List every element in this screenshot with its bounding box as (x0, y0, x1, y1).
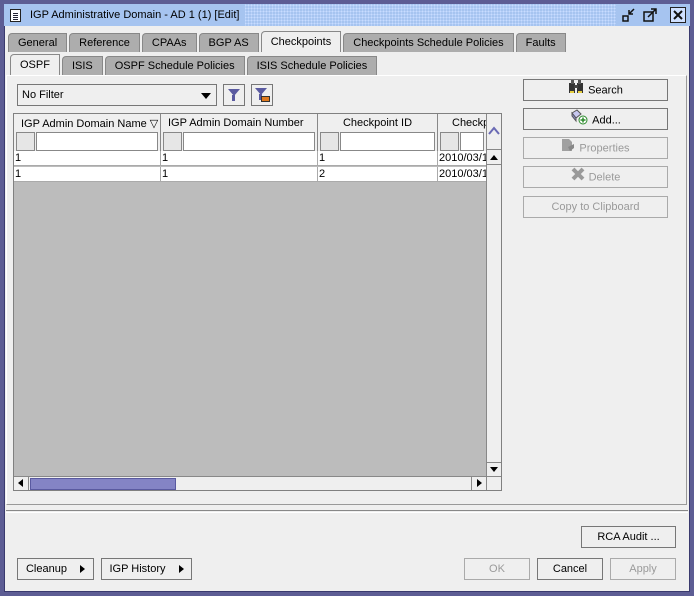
maximize-icon[interactable] (642, 7, 658, 23)
tab-checkpoints[interactable]: Checkpoints (260, 31, 342, 52)
scroll-up-button[interactable] (487, 151, 501, 165)
window-controls (616, 4, 690, 26)
subtab-ospf-schedule-policies[interactable]: OSPF Schedule Policies (104, 56, 245, 75)
column-filter-toggle[interactable] (163, 132, 182, 151)
ok-button[interactable]: OK (464, 558, 530, 580)
table-row[interactable]: 1 1 1 2010/03/1 (14, 151, 486, 166)
cell-name: 1 (14, 167, 161, 182)
restore-icon[interactable] (621, 7, 637, 23)
column-filter-input[interactable] (183, 132, 315, 151)
add-icon (570, 109, 588, 132)
title-left: IGP Administrative Domain - AD 1 (1) [Ed… (4, 4, 246, 26)
tab-cpaas[interactable]: CPAAs (141, 33, 197, 52)
rca-audit-button[interactable]: RCA Audit ... (581, 526, 676, 548)
column-header-label: Checkpoint ID (342, 117, 413, 129)
column-filter-input[interactable] (460, 132, 484, 151)
cell-name: 1 (14, 151, 161, 166)
column-filter-toggle[interactable] (320, 132, 339, 151)
chevron-down-icon (201, 93, 211, 99)
add-button[interactable]: Add... (523, 108, 668, 130)
binoculars-icon (568, 80, 584, 101)
add-label: Add... (592, 114, 621, 127)
cleanup-label: Cleanup (25, 563, 67, 575)
search-label: Search (588, 84, 623, 97)
filter-icon (228, 89, 240, 101)
filter-dropdown[interactable]: No Filter (17, 84, 217, 106)
delete-label: Delete (588, 171, 621, 184)
properties-button[interactable]: Properties (523, 137, 668, 159)
igp-history-button[interactable]: IGP History (101, 558, 192, 580)
filter-button[interactable] (223, 84, 245, 106)
subtab-isis-schedule-policies[interactable]: ISIS Schedule Policies (246, 56, 378, 75)
column-chooser-button[interactable] (487, 114, 501, 150)
arrow-down-icon (490, 467, 498, 472)
properties-label: Properties (579, 142, 630, 155)
filter-selected: No Filter (22, 89, 64, 101)
tab-general[interactable]: General (8, 33, 68, 52)
column-filter-input[interactable] (340, 132, 435, 151)
filter-edit-badge (261, 96, 270, 102)
delete-button[interactable]: Delete (523, 166, 668, 188)
cell-checkpoint-id: 1 (318, 151, 438, 166)
column-filter-input[interactable] (36, 132, 158, 151)
column-header-label: Checkp (452, 117, 486, 129)
apply-button[interactable]: Apply (610, 558, 676, 580)
arrow-left-icon (18, 479, 23, 487)
igp-history-label: IGP History (109, 563, 166, 575)
column-header-label: IGP Admin Domain Number (168, 117, 304, 129)
sub-tabs: OSPF ISIS OSPF Schedule Policies ISIS Sc… (10, 54, 379, 75)
tab-reference[interactable]: Reference (69, 33, 140, 52)
copy-to-clipboard-button[interactable]: Copy to Clipboard (523, 196, 668, 218)
vertical-scrollbar[interactable] (486, 114, 501, 476)
column-header-checkpoint-id[interactable]: Checkpoint ID (318, 114, 438, 156)
window-title: IGP Administrative Domain - AD 1 (1) [Ed… (30, 9, 240, 21)
column-filter-toggle[interactable] (16, 132, 35, 151)
horizontal-scrollbar[interactable] (14, 476, 486, 490)
cell-checkpoint-date: 2010/03/1 (439, 152, 486, 164)
tab-faults[interactable]: Faults (515, 33, 566, 52)
tab-checkpoints-schedule-policies[interactable]: Checkpoints Schedule Policies (343, 33, 514, 52)
dialog-window: IGP Administrative Domain - AD 1 (1) [Ed… (0, 0, 694, 596)
column-header-number[interactable]: IGP Admin Domain Number (161, 114, 318, 156)
properties-icon (561, 138, 575, 159)
arrow-up-icon (490, 155, 498, 160)
title-bar[interactable]: IGP Administrative Domain - AD 1 (1) [Ed… (4, 4, 690, 26)
document-icon (10, 8, 21, 22)
search-button[interactable]: Search (523, 79, 668, 101)
cancel-button[interactable]: Cancel (537, 558, 603, 580)
subtab-ospf[interactable]: OSPF (10, 54, 60, 75)
separator (6, 510, 688, 513)
table-row[interactable]: 1 1 2 2010/03/1 (14, 167, 486, 182)
close-icon[interactable] (670, 7, 686, 23)
arrow-right-icon (477, 479, 482, 487)
chevron-up-icon (488, 126, 500, 135)
horizontal-scroll-thumb[interactable] (30, 478, 176, 490)
scroll-left-button[interactable] (14, 477, 29, 490)
column-header-label: IGP Admin Domain Name ▽ ( (21, 118, 160, 130)
scroll-right-button[interactable] (471, 477, 486, 490)
subtab-isis[interactable]: ISIS (61, 56, 103, 75)
cell-number: 1 (161, 167, 318, 182)
column-header-name[interactable]: IGP Admin Domain Name ▽ ( (14, 114, 161, 156)
cell-number: 1 (161, 151, 318, 166)
arrow-right-icon (178, 565, 184, 573)
main-tabs: General Reference CPAAs BGP AS Checkpoin… (8, 31, 568, 52)
tab-bgp-as[interactable]: BGP AS (198, 33, 259, 52)
cell-checkpoint-date: 2010/03/1 (439, 168, 486, 180)
arrow-right-icon (80, 565, 86, 573)
checkpoints-table: IGP Admin Domain Name ▽ ( IGP Admin Doma… (13, 113, 502, 491)
scroll-down-button[interactable] (487, 462, 501, 476)
scroll-corner (486, 476, 501, 490)
cleanup-button[interactable]: Cleanup (17, 558, 94, 580)
column-filter-toggle[interactable] (440, 132, 459, 151)
column-header-checkpoint-date[interactable]: Checkp (438, 114, 486, 156)
delete-icon (571, 167, 585, 188)
filter-edit-icon (255, 88, 267, 100)
filter-edit-button[interactable] (251, 84, 273, 106)
cell-checkpoint-id: 2 (318, 167, 438, 182)
